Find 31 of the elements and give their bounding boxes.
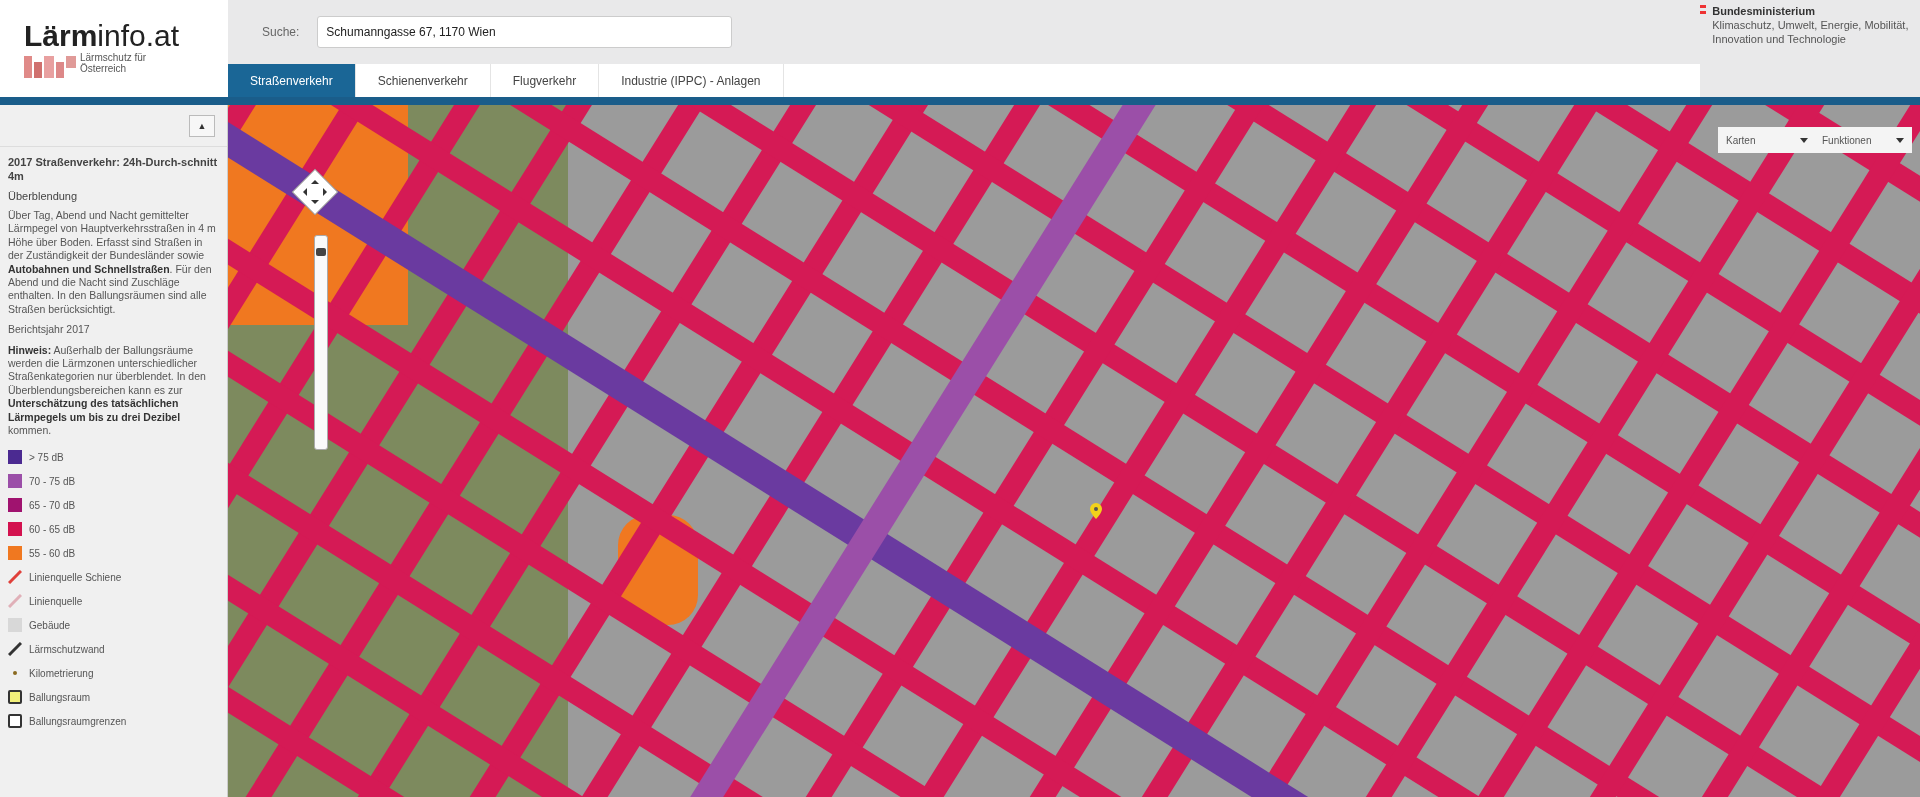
collapse-button[interactable]: ▲ <box>189 114 215 137</box>
legend-label: Ballungsraumgrenzen <box>29 715 127 727</box>
search-field[interactable]: Schumanngasse 67, 1170 Wien <box>317 16 733 48</box>
legend-label: 65 - 70 dB <box>29 499 76 511</box>
search-label: Suche: <box>262 25 300 39</box>
legend-label: Kilometrierung <box>29 667 94 679</box>
caret-icon <box>1896 137 1904 143</box>
description-text: Über Tag, Abend und Nacht gemittelter Lärmpegel von Hauptverkehrsstraßen in 4 m Höhe über Boden. Erfasst sind Straßen in der Zuständigkeit der Bundesländer sowie Autobahnen und Schnellstraßen. Für den Abend und die Nacht sind Zuschläge enthalten. In den Ballungsräumen sind alle Straßen berücksichtigt. <box>8 209 217 317</box>
zoom-slider[interactable] <box>314 235 328 450</box>
zoom-handle[interactable] <box>316 248 326 256</box>
legend-label: Gebäude <box>29 619 71 631</box>
description-text: Berichtsjahr 2017 <box>8 323 91 337</box>
logo-title: Lärminfo.at <box>24 19 181 52</box>
legend-label: 60 - 65 dB <box>29 523 76 535</box>
layer-title: 2017 Straßenverkehr: 24h-Durch-schnitt 4m <box>8 155 219 183</box>
flag-icon <box>1700 4 1707 16</box>
legend-label: Linienquelle Schiene <box>29 571 122 583</box>
logo-subtitle: Lärmschutz für Österreich <box>80 51 148 74</box>
ministry-department: Klimaschutz, Umwelt, Energie, Mobilität, Innovation und Technologie <box>1712 18 1910 46</box>
legend-label: Linienquelle <box>29 595 83 607</box>
legend-label: Lärmschutzwand <box>29 643 105 655</box>
ministry-name: Bundesministerium <box>1712 4 1816 18</box>
location-pin-icon <box>1090 503 1102 519</box>
description-text: Hinweis: Außerhalb der Ballungsräume werden die Lärmzonen unterschiedlicher Straßenkategorien nur überblendet. In den Überblendungsbereichen kann es zur Unterschätzung des tatsächlichen Lärmpegels um bis zu drei Dezibel kommen. <box>8 343 207 438</box>
caret-icon <box>1800 137 1808 143</box>
legend-label: 70 - 75 dB <box>29 475 76 487</box>
legend-label: Ballungsraum <box>29 691 91 703</box>
legend-label: 55 - 60 dB <box>29 547 76 559</box>
tab[interactable]: Straßenverkehr <box>228 64 356 97</box>
layer-subtitle: Überblendung <box>8 190 79 202</box>
legend-label: > 75 dB <box>29 451 64 463</box>
